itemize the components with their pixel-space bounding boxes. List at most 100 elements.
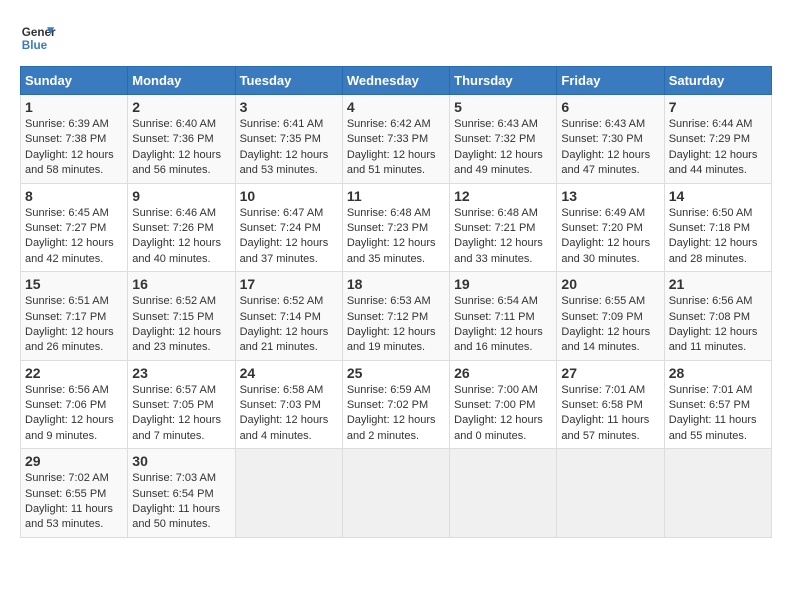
- day-number: 14: [669, 188, 767, 204]
- day-number: 20: [561, 276, 659, 292]
- day-info: Sunrise: 7:02 AMSunset: 6:55 PMDaylight:…: [25, 471, 123, 533]
- calendar-header-row: Sunday Monday Tuesday Wednesday Thursday…: [21, 67, 772, 95]
- day-number: 2: [132, 99, 230, 115]
- calendar-cell: 14Sunrise: 6:50 AMSunset: 7:18 PMDayligh…: [664, 183, 771, 272]
- calendar-cell: 25 Sunrise: 6:59 AMSunset: 7:02 PMDayligh…: [342, 360, 449, 449]
- calendar-cell: 8Sunrise: 6:45 AMSunset: 7:27 PMDaylight…: [21, 183, 128, 272]
- day-number: 15: [25, 276, 123, 292]
- calendar-cell: 5 Sunrise: 6:43 AMSunset: 7:32 PMDaylight…: [450, 95, 557, 184]
- calendar-cell: 27 Sunrise: 7:01 AMSunset: 6:58 PMDayligh…: [557, 360, 664, 449]
- day-number: 16: [132, 276, 230, 292]
- calendar-week-row: 8Sunrise: 6:45 AMSunset: 7:27 PMDaylight…: [21, 183, 772, 272]
- day-number: 28: [669, 365, 767, 381]
- calendar-cell: 23Sunrise: 6:57 AMSunset: 7:05 PMDayligh…: [128, 360, 235, 449]
- logo: General Blue: [20, 20, 56, 56]
- day-info: Sunrise: 6:42 AMSunset: 7:33 PMDaylight:…: [347, 117, 445, 179]
- day-info: Sunrise: 6:56 AMSunset: 7:06 PMDaylight:…: [25, 383, 123, 445]
- calendar-week-row: 15 Sunrise: 6:51 AMSunset: 7:17 PMDayligh…: [21, 272, 772, 361]
- calendar-cell: 29Sunrise: 7:02 AMSunset: 6:55 PMDayligh…: [21, 449, 128, 538]
- calendar-cell: 15 Sunrise: 6:51 AMSunset: 7:17 PMDayligh…: [21, 272, 128, 361]
- calendar-week-row: 22 Sunrise: 6:56 AMSunset: 7:06 PMDayligh…: [21, 360, 772, 449]
- svg-text:Blue: Blue: [22, 39, 48, 52]
- calendar-cell: 6 Sunrise: 6:43 AMSunset: 7:30 PMDaylight…: [557, 95, 664, 184]
- day-info: Sunrise: 6:56 AMSunset: 7:08 PMDaylight:…: [669, 294, 767, 356]
- calendar-week-row: 1 Sunrise: 6:39 AMSunset: 7:38 PMDaylight…: [21, 95, 772, 184]
- calendar-cell: [557, 449, 664, 538]
- day-number: 18: [347, 276, 445, 292]
- calendar-cell: 10 Sunrise: 6:47 AMSunset: 7:24 PMDayligh…: [235, 183, 342, 272]
- logo-icon: General Blue: [20, 20, 56, 56]
- calendar-cell: 24 Sunrise: 6:58 AMSunset: 7:03 PMDayligh…: [235, 360, 342, 449]
- calendar-cell: 3Sunrise: 6:41 AMSunset: 7:35 PMDaylight…: [235, 95, 342, 184]
- day-info: Sunrise: 6:39 AMSunset: 7:38 PMDaylight:…: [25, 117, 123, 179]
- day-number: 27: [561, 365, 659, 381]
- day-info: Sunrise: 6:59 AMSunset: 7:02 PMDaylight:…: [347, 383, 445, 445]
- calendar-cell: 11 Sunrise: 6:48 AMSunset: 7:23 PMDayligh…: [342, 183, 449, 272]
- day-info: Sunrise: 6:43 AMSunset: 7:32 PMDaylight:…: [454, 117, 552, 179]
- calendar-cell: 18 Sunrise: 6:53 AMSunset: 7:12 PMDayligh…: [342, 272, 449, 361]
- day-number: 11: [347, 188, 445, 204]
- page-header: General Blue: [20, 20, 772, 56]
- calendar-cell: 12 Sunrise: 6:48 AMSunset: 7:21 PMDayligh…: [450, 183, 557, 272]
- calendar-cell: 28 Sunrise: 7:01 AMSunset: 6:57 PMDayligh…: [664, 360, 771, 449]
- day-info: Sunrise: 6:43 AMSunset: 7:30 PMDaylight:…: [561, 117, 659, 179]
- calendar-week-row: 29Sunrise: 7:02 AMSunset: 6:55 PMDayligh…: [21, 449, 772, 538]
- day-number: 5: [454, 99, 552, 115]
- calendar-cell: 20Sunrise: 6:55 AMSunset: 7:09 PMDayligh…: [557, 272, 664, 361]
- day-info: Sunrise: 6:46 AMSunset: 7:26 PMDaylight:…: [132, 206, 230, 268]
- day-info: Sunrise: 6:40 AMSunset: 7:36 PMDaylight:…: [132, 117, 230, 179]
- day-number: 17: [240, 276, 338, 292]
- calendar-cell: 7Sunrise: 6:44 AMSunset: 7:29 PMDaylight…: [664, 95, 771, 184]
- day-info: Sunrise: 6:53 AMSunset: 7:12 PMDaylight:…: [347, 294, 445, 356]
- col-monday: Monday: [128, 67, 235, 95]
- day-number: 12: [454, 188, 552, 204]
- calendar-cell: [450, 449, 557, 538]
- day-info: Sunrise: 6:54 AMSunset: 7:11 PMDaylight:…: [454, 294, 552, 356]
- calendar-cell: 9 Sunrise: 6:46 AMSunset: 7:26 PMDaylight…: [128, 183, 235, 272]
- col-wednesday: Wednesday: [342, 67, 449, 95]
- calendar-cell: 17 Sunrise: 6:52 AMSunset: 7:14 PMDayligh…: [235, 272, 342, 361]
- day-number: 22: [25, 365, 123, 381]
- day-number: 13: [561, 188, 659, 204]
- day-number: 25: [347, 365, 445, 381]
- calendar-cell: 19Sunrise: 6:54 AMSunset: 7:11 PMDayligh…: [450, 272, 557, 361]
- day-number: 1: [25, 99, 123, 115]
- calendar-cell: 16 Sunrise: 6:52 AMSunset: 7:15 PMDayligh…: [128, 272, 235, 361]
- calendar-cell: 26Sunrise: 7:00 AMSunset: 7:00 PMDayligh…: [450, 360, 557, 449]
- day-info: Sunrise: 7:03 AMSunset: 6:54 PMDaylight:…: [132, 471, 230, 533]
- day-number: 30: [132, 453, 230, 469]
- col-tuesday: Tuesday: [235, 67, 342, 95]
- day-info: Sunrise: 6:58 AMSunset: 7:03 PMDaylight:…: [240, 383, 338, 445]
- day-info: Sunrise: 6:52 AMSunset: 7:15 PMDaylight:…: [132, 294, 230, 356]
- day-number: 6: [561, 99, 659, 115]
- calendar-cell: [235, 449, 342, 538]
- day-info: Sunrise: 7:01 AMSunset: 6:57 PMDaylight:…: [669, 383, 767, 445]
- calendar-cell: 22 Sunrise: 6:56 AMSunset: 7:06 PMDayligh…: [21, 360, 128, 449]
- calendar-cell: 21Sunrise: 6:56 AMSunset: 7:08 PMDayligh…: [664, 272, 771, 361]
- day-number: 9: [132, 188, 230, 204]
- day-info: Sunrise: 6:51 AMSunset: 7:17 PMDaylight:…: [25, 294, 123, 356]
- day-info: Sunrise: 6:41 AMSunset: 7:35 PMDaylight:…: [240, 117, 338, 179]
- day-info: Sunrise: 6:48 AMSunset: 7:23 PMDaylight:…: [347, 206, 445, 268]
- day-number: 24: [240, 365, 338, 381]
- day-info: Sunrise: 6:44 AMSunset: 7:29 PMDaylight:…: [669, 117, 767, 179]
- calendar-body: 1 Sunrise: 6:39 AMSunset: 7:38 PMDaylight…: [21, 95, 772, 538]
- calendar-cell: 13 Sunrise: 6:49 AMSunset: 7:20 PMDayligh…: [557, 183, 664, 272]
- col-friday: Friday: [557, 67, 664, 95]
- day-info: Sunrise: 6:49 AMSunset: 7:20 PMDaylight:…: [561, 206, 659, 268]
- day-info: Sunrise: 7:01 AMSunset: 6:58 PMDaylight:…: [561, 383, 659, 445]
- day-info: Sunrise: 6:48 AMSunset: 7:21 PMDaylight:…: [454, 206, 552, 268]
- calendar-cell: 2 Sunrise: 6:40 AMSunset: 7:36 PMDaylight…: [128, 95, 235, 184]
- day-number: 10: [240, 188, 338, 204]
- day-number: 8: [25, 188, 123, 204]
- col-thursday: Thursday: [450, 67, 557, 95]
- col-sunday: Sunday: [21, 67, 128, 95]
- calendar-cell: [664, 449, 771, 538]
- day-info: Sunrise: 6:57 AMSunset: 7:05 PMDaylight:…: [132, 383, 230, 445]
- day-number: 26: [454, 365, 552, 381]
- day-info: Sunrise: 6:47 AMSunset: 7:24 PMDaylight:…: [240, 206, 338, 268]
- day-info: Sunrise: 6:52 AMSunset: 7:14 PMDaylight:…: [240, 294, 338, 356]
- calendar-cell: 4Sunrise: 6:42 AMSunset: 7:33 PMDaylight…: [342, 95, 449, 184]
- calendar-cell: 30 Sunrise: 7:03 AMSunset: 6:54 PMDayligh…: [128, 449, 235, 538]
- calendar-table: Sunday Monday Tuesday Wednesday Thursday…: [20, 66, 772, 538]
